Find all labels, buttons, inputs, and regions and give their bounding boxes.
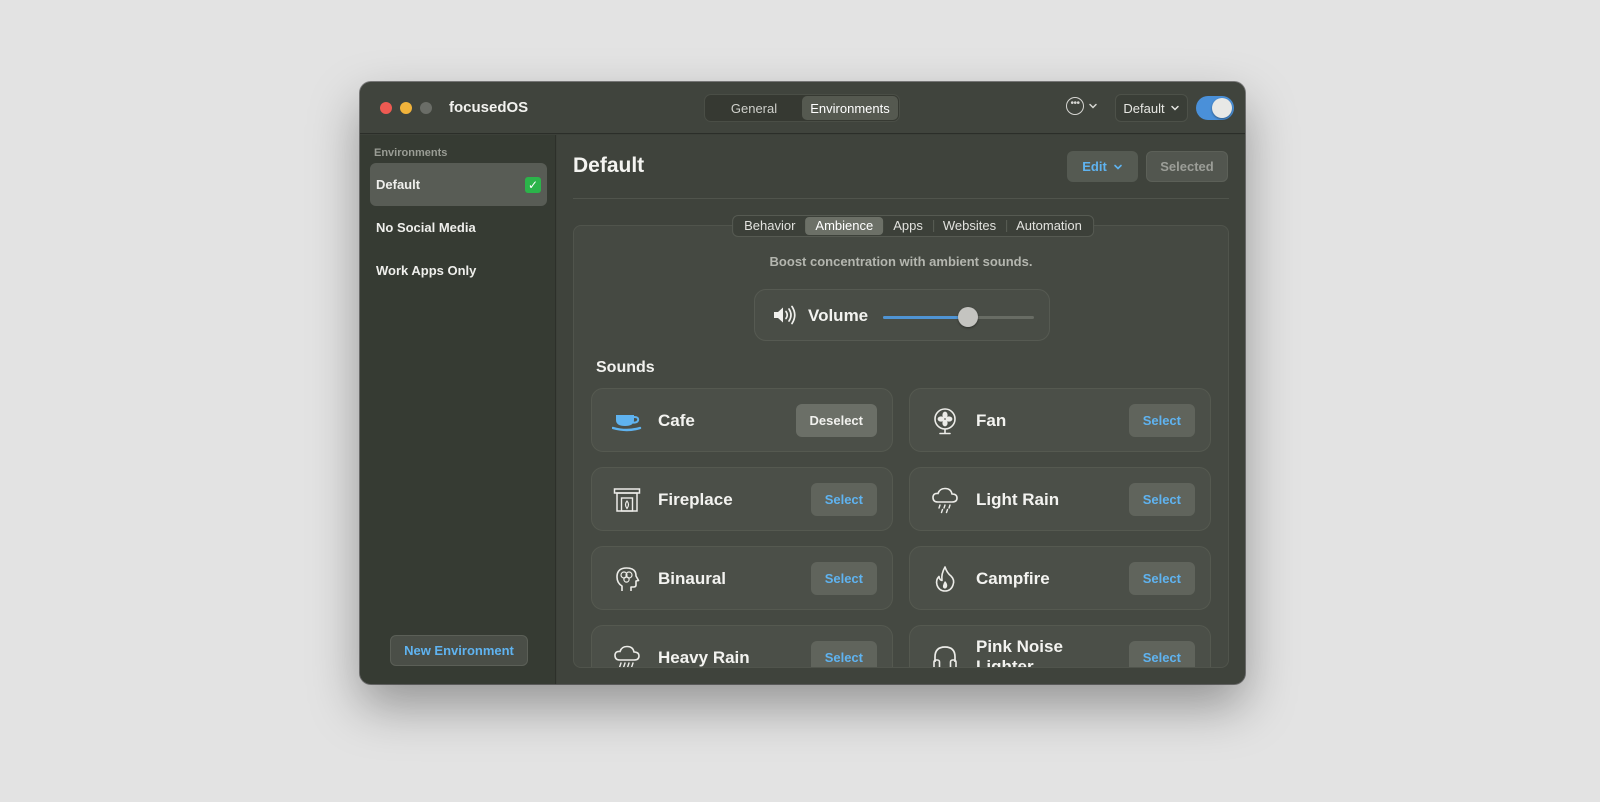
cloud-rain-icon bbox=[612, 644, 642, 667]
sound-card-heavy-rain: Heavy Rain Select bbox=[591, 625, 893, 667]
tab-behavior[interactable]: Behavior bbox=[734, 217, 805, 235]
zoom-window-button[interactable] bbox=[420, 102, 432, 114]
tab-automation[interactable]: Automation bbox=[1006, 217, 1092, 235]
header-divider bbox=[573, 198, 1229, 199]
sidebar-heading: Environments bbox=[374, 147, 448, 159]
sound-name: Light Rain bbox=[976, 490, 1060, 509]
ambience-subtitle: Boost concentration with ambient sounds. bbox=[769, 254, 1033, 269]
sound-card-binaural: Binaural Select bbox=[591, 546, 893, 610]
tab-websites[interactable]: Websites bbox=[932, 217, 1006, 235]
headphones-icon bbox=[930, 644, 960, 667]
speaker-volume-icon bbox=[774, 305, 796, 325]
tab-environments[interactable]: Environments bbox=[802, 96, 898, 120]
sidebar-item-default[interactable]: Default ✓ bbox=[370, 163, 547, 206]
title-bar: focusedOS General Environments ••• Defau… bbox=[360, 82, 1245, 134]
page-title: Default bbox=[573, 154, 645, 177]
select-fan-button[interactable]: Select bbox=[1128, 404, 1195, 437]
app-window: focusedOS General Environments ••• Defau… bbox=[360, 82, 1245, 684]
master-toggle[interactable] bbox=[1196, 96, 1234, 120]
sidebar: Environments Default ✓ No Social Media W… bbox=[360, 135, 556, 684]
edit-button-label: Edit bbox=[1082, 159, 1107, 174]
tab-general[interactable]: General bbox=[706, 96, 802, 120]
main-content: Default Edit Selected Behavior Ambience … bbox=[557, 135, 1245, 684]
select-fireplace-button[interactable]: Select bbox=[810, 483, 877, 516]
profile-dropdown-label: Default bbox=[1123, 100, 1165, 116]
sound-card-cafe: Cafe Deselect bbox=[591, 388, 893, 452]
sound-card-fireplace: Fireplace Select bbox=[591, 467, 893, 531]
volume-label: Volume bbox=[808, 306, 869, 325]
profile-dropdown[interactable]: Default bbox=[1115, 94, 1188, 122]
window-controls bbox=[380, 102, 432, 114]
sound-name: Cafe bbox=[658, 411, 695, 430]
select-pink-noise-button[interactable]: Select bbox=[1128, 641, 1195, 667]
sound-name: Fan bbox=[976, 411, 1007, 430]
selected-button[interactable]: Selected bbox=[1146, 151, 1228, 182]
select-heavy-rain-button[interactable]: Select bbox=[810, 641, 877, 667]
minimize-window-button[interactable] bbox=[400, 102, 412, 114]
settings-tabs: Behavior Ambience Apps Websites Automati… bbox=[732, 215, 1094, 237]
sound-name: Campfire bbox=[976, 569, 1050, 588]
sound-name: Heavy Rain bbox=[658, 648, 750, 667]
sounds-grid: Cafe Deselect Fan Select Fireplace Selec… bbox=[591, 388, 1211, 668]
cloud-drizzle-icon bbox=[930, 486, 960, 514]
volume-slider[interactable] bbox=[883, 307, 1034, 327]
sound-name: Binaural bbox=[658, 569, 727, 588]
sidebar-item-no-social-media[interactable]: No Social Media bbox=[370, 206, 547, 249]
ambience-panel: Boost concentration with ambient sounds.… bbox=[573, 225, 1229, 668]
top-segmented-control: General Environments bbox=[704, 94, 900, 122]
coffee-cup-icon bbox=[612, 407, 642, 435]
sidebar-item-work-apps-only[interactable]: Work Apps Only bbox=[370, 249, 547, 292]
fan-icon bbox=[930, 407, 960, 435]
select-light-rain-button[interactable]: Select bbox=[1128, 483, 1195, 516]
ellipsis-circle-icon: ••• bbox=[1066, 97, 1084, 115]
chevron-down-icon bbox=[1113, 164, 1122, 170]
toggle-knob bbox=[1212, 98, 1232, 118]
app-title: focusedOS bbox=[449, 99, 529, 116]
sidebar-item-label: Default bbox=[376, 177, 421, 192]
fireplace-icon bbox=[612, 486, 642, 514]
sound-name: Fireplace bbox=[658, 490, 733, 509]
close-window-button[interactable] bbox=[380, 102, 392, 114]
new-environment-button[interactable]: New Environment bbox=[390, 635, 528, 666]
chevron-down-icon bbox=[1089, 103, 1097, 109]
sounds-heading: Sounds bbox=[596, 359, 655, 376]
sound-name: Pink Noise Lighter bbox=[976, 637, 1063, 668]
sidebar-item-label: Work Apps Only bbox=[376, 263, 477, 278]
volume-slider-thumb[interactable] bbox=[957, 307, 978, 327]
tab-ambience[interactable]: Ambience bbox=[805, 217, 884, 235]
checkmark-icon: ✓ bbox=[525, 176, 541, 193]
flame-icon bbox=[930, 565, 960, 593]
environment-list: Default ✓ No Social Media Work Apps Only bbox=[370, 163, 547, 292]
sound-card-light-rain: Light Rain Select bbox=[909, 467, 1211, 531]
edit-button[interactable]: Edit bbox=[1067, 151, 1138, 182]
sound-card-campfire: Campfire Select bbox=[909, 546, 1211, 610]
tab-apps[interactable]: Apps bbox=[883, 217, 933, 235]
select-binaural-button[interactable]: Select bbox=[810, 562, 877, 595]
volume-control: Volume bbox=[754, 289, 1050, 341]
deselect-cafe-button[interactable]: Deselect bbox=[795, 404, 877, 437]
more-menu-button[interactable]: ••• bbox=[1066, 97, 1098, 115]
sound-card-fan: Fan Select bbox=[909, 388, 1211, 452]
sound-card-pink-noise: Pink Noise Lighter Select bbox=[909, 625, 1211, 668]
volume-slider-fill bbox=[883, 316, 968, 319]
chevron-down-icon bbox=[1170, 105, 1179, 111]
select-campfire-button[interactable]: Select bbox=[1128, 562, 1195, 595]
brain-head-icon bbox=[612, 565, 642, 593]
sidebar-item-label: No Social Media bbox=[376, 220, 476, 235]
